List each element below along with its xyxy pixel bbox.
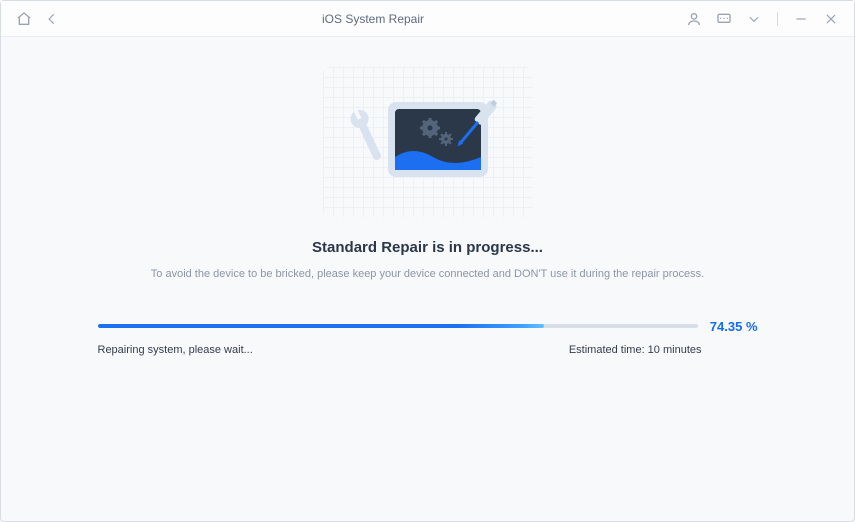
main-content: Standard Repair is in progress... To avo… (1, 37, 854, 356)
progress-bar (98, 324, 698, 328)
progress-percent: 74.35 % (710, 319, 758, 334)
feedback-icon[interactable] (715, 10, 733, 28)
user-icon[interactable] (685, 10, 703, 28)
titlebar: iOS System Repair (1, 1, 854, 37)
home-icon[interactable] (15, 10, 33, 28)
close-icon[interactable] (822, 10, 840, 28)
progress-section: 74.35 % Repairing system, please wait...… (98, 319, 758, 356)
back-icon[interactable] (43, 10, 61, 28)
progress-subtext: To avoid the device to be bricked, pleas… (151, 266, 704, 283)
progress-heading: Standard Repair is in progress... (312, 239, 543, 256)
titlebar-divider (777, 12, 778, 26)
progress-meta: Repairing system, please wait... Estimat… (98, 344, 758, 356)
progress-row: 74.35 % (98, 319, 758, 334)
chevron-down-icon[interactable] (745, 10, 763, 28)
repair-illustration (323, 67, 533, 217)
window-title: iOS System Repair (61, 12, 685, 26)
progress-fill (98, 324, 544, 328)
progress-eta: Estimated time: 10 minutes (569, 344, 702, 356)
progress-status: Repairing system, please wait... (98, 344, 253, 356)
minimize-icon[interactable] (792, 10, 810, 28)
device-repair-icon (338, 77, 518, 207)
titlebar-nav-left (15, 10, 61, 28)
titlebar-nav-right (685, 10, 840, 28)
